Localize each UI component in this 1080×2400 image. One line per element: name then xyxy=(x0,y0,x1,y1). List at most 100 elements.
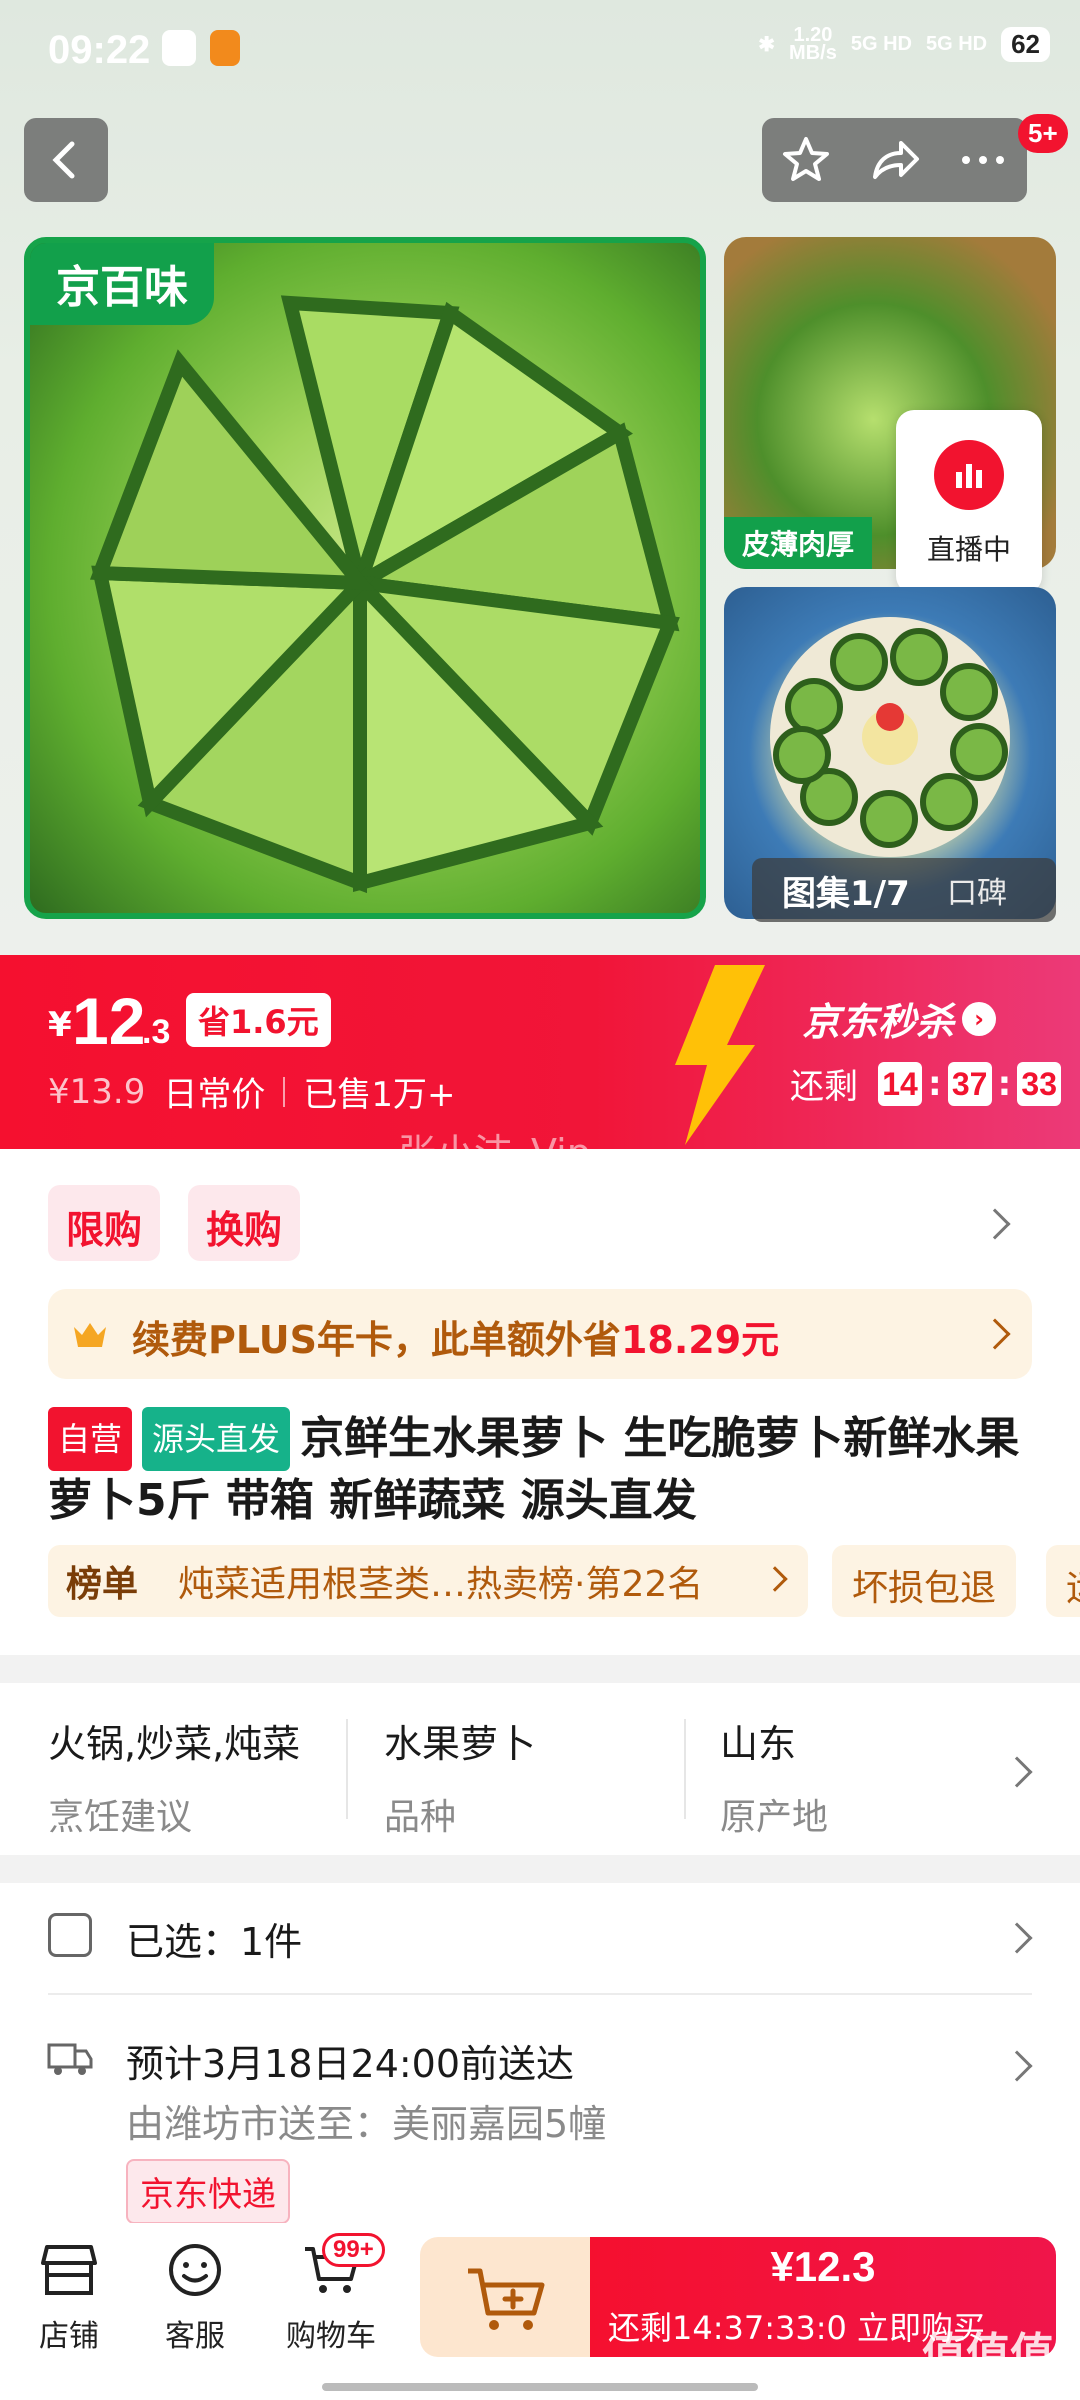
live-label: 直播中 xyxy=(926,533,1011,566)
chevron-left-icon xyxy=(52,141,75,179)
seckill-label: 京东秒杀 xyxy=(802,1000,955,1044)
chip-trade-in[interactable]: 换购 xyxy=(188,1185,301,1261)
chevron-right-icon xyxy=(1001,1756,1033,1788)
chevron-right-icon: › xyxy=(962,1001,997,1036)
divider xyxy=(684,1719,686,1819)
cart-label: 购物车 xyxy=(286,2319,376,2354)
seckill-link[interactable]: 京东秒杀 › xyxy=(802,991,997,1046)
add-to-cart-button[interactable] xyxy=(420,2237,590,2357)
shop-button[interactable]: 店铺 xyxy=(14,2241,124,2355)
save-badge: 省1.6元 xyxy=(186,993,331,1047)
original-price-label: 日常价 xyxy=(163,1075,266,1115)
express-badge: 京东快递 xyxy=(126,2159,290,2224)
plus-promo-text: 续费PLUS年卡，此单额外省18.29元 xyxy=(132,1309,779,1364)
source-direct-tag: 源头直发 xyxy=(142,1407,291,1471)
header-actions xyxy=(762,118,1027,202)
service-label: 客服 xyxy=(165,2319,225,2354)
user-watermark: 张小沫_Vip xyxy=(398,1131,591,1175)
add-cart-icon xyxy=(468,2268,545,2330)
product-title: 自营 源头直发 京鲜生水果萝卜 生吃脆萝卜新鲜水果萝卜5斤 带箱 新鲜蔬菜 源头直发 xyxy=(48,1407,1048,1531)
extra-service-pill[interactable]: 运 xyxy=(1046,1545,1080,1617)
rank-value: 炖菜适用根茎类…热卖榜·第22名 xyxy=(178,1564,704,1605)
rank-badge[interactable]: 榜单 炖菜适用根茎类…热卖榜·第22名 xyxy=(48,1545,808,1617)
shop-icon xyxy=(41,2245,97,2295)
price-currency: ¥ xyxy=(48,1005,72,1045)
divider xyxy=(346,1719,348,1819)
message-badge: 5+ xyxy=(1018,114,1068,153)
selected-icon xyxy=(48,1913,92,1957)
chevron-right-icon xyxy=(979,1318,1011,1350)
spec-key: 品种 xyxy=(384,1797,457,1838)
more-icon[interactable] xyxy=(956,133,1010,187)
lightning-icon xyxy=(675,965,765,1145)
selection-card: 已选：1件 预计3月18日24:00前送达 由潍坊市送至：美丽嘉园5幢 京东快递 xyxy=(0,1883,1080,2224)
spec-value: 山东 xyxy=(720,1722,797,1766)
selected-text[interactable]: 已选：1件 xyxy=(126,1911,302,1966)
live-icon xyxy=(934,440,1004,510)
chevron-right-icon[interactable] xyxy=(979,1208,1011,1240)
bluetooth-icon: ✱ xyxy=(758,33,776,56)
home-indicator xyxy=(322,2383,758,2391)
delivery-eta[interactable]: 预计3月18日24:00前送达 xyxy=(126,2033,574,2088)
radish-slices-illustration xyxy=(89,295,680,894)
customer-service-button[interactable]: 客服 xyxy=(140,2241,250,2355)
thumbnail-tag: 皮薄肉厚 xyxy=(724,517,873,569)
plus-amount: 18.29元 xyxy=(620,1318,780,1362)
review-tab[interactable]: 口碑 xyxy=(947,868,1007,912)
divider xyxy=(283,1076,286,1107)
price-subline: ¥13.9 日常价 已售1万+ xyxy=(48,1067,455,1116)
album-label: 图集1/7 xyxy=(782,873,910,914)
app-notification-icon-2 xyxy=(210,30,240,66)
site-watermark-url: zhizhizhi.com xyxy=(960,2370,1080,2391)
signal-2: 5G HD xyxy=(925,32,988,55)
divider xyxy=(48,1993,1032,1995)
crown-icon xyxy=(74,1323,106,1347)
chevron-right-icon xyxy=(762,1566,788,1592)
spec-key: 烹饪建议 xyxy=(48,1797,193,1838)
signal-1: 5G HD xyxy=(850,32,912,55)
countdown-seconds: 33 xyxy=(1017,1061,1062,1106)
main-product-image[interactable]: 京百味 xyxy=(24,237,706,919)
star-icon[interactable] xyxy=(779,133,833,187)
album-counter[interactable]: 图集1/7 口碑 xyxy=(752,858,1056,922)
shop-label: 店铺 xyxy=(39,2319,99,2354)
delivery-truck-icon xyxy=(47,2043,93,2075)
product-page: 09:22 ✱ 1.20 MB/s 5G HD 5G HD 62 5+ 京百味 … xyxy=(0,0,1080,2400)
spec-cooking: 火锅,炒菜,炖菜 烹饪建议 xyxy=(48,1713,300,1840)
live-stream-button[interactable]: 直播中 xyxy=(896,410,1042,594)
cart-count-badge: 99+ xyxy=(322,2233,385,2267)
status-time: 09:22 xyxy=(48,28,151,72)
delivery-address[interactable]: 由潍坊市送至：美丽嘉园5幢 xyxy=(126,2093,606,2148)
net-speed-unit: MB/s xyxy=(789,42,837,64)
status-bar: 09:22 ✱ 1.20 MB/s 5G HD 5G HD 62 xyxy=(0,0,1080,100)
price-decimal: .3 xyxy=(142,1013,171,1051)
plus-promo-banner[interactable]: 续费PLUS年卡，此单额外省18.29元 xyxy=(48,1289,1032,1379)
chevron-right-icon[interactable] xyxy=(1001,1922,1033,1954)
net-speed: 1.20 MB/s xyxy=(789,25,837,64)
product-gallery: 09:22 ✱ 1.20 MB/s 5G HD 5G HD 62 5+ 京百味 … xyxy=(0,0,1080,955)
specs-card[interactable]: 火锅,炒菜,炖菜 烹饪建议 水果萝卜 品种 山东 原产地 xyxy=(0,1683,1080,1855)
share-icon[interactable] xyxy=(867,133,921,187)
product-info-card: 限购 换购 续费PLUS年卡，此单额外省18.29元 自营 源头直发 京鲜生水果萝卜… xyxy=(0,1149,1080,1655)
countdown-hours: 14 xyxy=(878,1061,922,1106)
back-button[interactable] xyxy=(24,118,108,202)
battery-indicator: 62 xyxy=(1001,26,1050,62)
damage-refund-pill[interactable]: 坏损包退 xyxy=(832,1545,1017,1617)
chevron-right-icon[interactable] xyxy=(1001,2050,1033,2082)
self-operated-tag: 自营 xyxy=(48,1407,133,1471)
spec-key: 原产地 xyxy=(720,1797,829,1838)
smile-icon xyxy=(169,2244,221,2296)
buy-price: ¥12.3 xyxy=(770,2243,876,2290)
rank-key: 榜单 xyxy=(66,1564,139,1605)
bottom-action-bar: 店铺 客服 购物车 99+ ¥12.3 还剩14:37:33:0 立即购买 值值… xyxy=(0,2223,1080,2400)
brand-tag: 京百味 xyxy=(30,243,214,325)
chip-purchase-limit[interactable]: 限购 xyxy=(48,1185,161,1261)
spec-value: 火锅,炒菜,炖菜 xyxy=(48,1722,301,1766)
sold-count: 已售1万+ xyxy=(303,1075,456,1115)
spec-value: 水果萝卜 xyxy=(384,1722,537,1766)
plus-text: 续费PLUS年卡，此单额外省 xyxy=(132,1318,621,1362)
countdown-minutes: 37 xyxy=(947,1061,992,1106)
app-notification-icon xyxy=(162,30,196,66)
countdown-label: 还剩 xyxy=(790,1067,858,1107)
original-price: ¥13.9 xyxy=(48,1071,146,1112)
